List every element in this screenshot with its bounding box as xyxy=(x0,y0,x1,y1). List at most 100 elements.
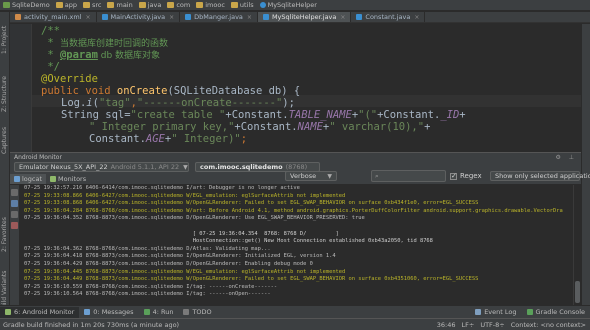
tab-monitors[interactable]: Monitors xyxy=(46,174,90,184)
android-monitor-header: Android Monitor ⚙ ⊥ xyxy=(10,152,581,161)
breadcrumb-item[interactable]: com xyxy=(167,1,190,9)
log-line: 07-25 19:36:04.418 8768-8873/com.imooc.s… xyxy=(24,253,336,260)
restart-icon[interactable] xyxy=(11,222,18,229)
tool-window-icon xyxy=(143,309,150,315)
log-search-input[interactable]: ⌕ xyxy=(371,170,446,182)
device-dropdown[interactable]: Emulator Nexus_5X_API_22 Android 5.1.1, … xyxy=(14,162,189,172)
breadcrumb-item[interactable]: utils xyxy=(230,1,254,9)
breadcrumb-item[interactable]: java xyxy=(138,1,161,9)
folder-icon xyxy=(138,2,146,8)
tool-window-label: 0: Messages xyxy=(93,308,134,316)
close-icon[interactable]: × xyxy=(86,14,91,21)
caret-position[interactable]: 36:46 xyxy=(437,321,456,329)
editor-tab-bar: activity_main.xml × MainActivity.java × DbMa… xyxy=(10,12,590,23)
log-level-dropdown[interactable]: Verbose ▼ xyxy=(285,171,337,181)
line-separator[interactable]: LF÷ xyxy=(462,321,475,329)
context-indicator[interactable]: Context: <no context> xyxy=(511,321,586,329)
code-editor[interactable]: /** * 当数据库创建时回调的函数 * @param db 数据库对象 */ … xyxy=(10,24,581,152)
scrollbar-thumb[interactable] xyxy=(575,281,580,303)
tool-window-label: Event Log xyxy=(484,308,517,316)
breadcrumb-label: main xyxy=(116,1,133,9)
chevron-down-icon: ▼ xyxy=(327,172,332,180)
breadcrumb-item[interactable]: app xyxy=(55,1,77,9)
tool-window-button[interactable]: TODO xyxy=(178,307,216,318)
clear-log-icon[interactable] xyxy=(11,189,18,196)
log-line: 07-25 19:36:04.445 8768-8873/com.imooc.s… xyxy=(24,268,346,275)
structure-tool-button[interactable]: Z: Structure xyxy=(1,76,8,112)
log-scrollbar[interactable] xyxy=(573,185,581,305)
tool-window-label: 6: Android Monitor xyxy=(14,308,75,316)
editor-tab[interactable]: activity_main.xml × xyxy=(10,12,97,22)
tool-window-label: 4: Run xyxy=(152,308,174,316)
code-line-1: /** xyxy=(41,25,60,37)
search-icon: ⌕ xyxy=(375,171,379,180)
logcat-toolbar xyxy=(10,185,20,305)
project-tool-button[interactable]: 1: Project xyxy=(1,26,8,54)
breadcrumb-label: MySqliteHelper xyxy=(267,1,317,9)
build-status-message: Gradle build finished in 1m 20s 730ms (a… xyxy=(3,320,180,329)
java-file-icon xyxy=(262,14,269,20)
breadcrumb-label: app xyxy=(64,1,77,9)
folder-icon xyxy=(196,2,204,8)
tool-window-button[interactable]: Gradle Console xyxy=(522,307,590,318)
folder-icon xyxy=(230,2,238,8)
close-icon[interactable]: × xyxy=(414,14,419,21)
editor-tab-label: activity_main.xml xyxy=(24,13,82,21)
log-line: 07-25 19:36:04.352 8768-8873/com.imooc.s… xyxy=(24,215,365,222)
folder-icon xyxy=(55,2,63,8)
tab-logcat[interactable]: logcat xyxy=(10,173,47,184)
logcat-icon xyxy=(14,175,20,182)
log-line: 07-25 19:36:10.559 8768-8768/com.imooc.s… xyxy=(24,283,278,290)
logcat-output[interactable]: 07-25 19:32:57.216 6406-6414/com.imooc.s… xyxy=(21,185,573,305)
breadcrumb-item[interactable]: SqliteDemo xyxy=(3,1,50,9)
breadcrumb-item[interactable]: main xyxy=(107,1,133,9)
log-line: 07-25 19:33:08.866 6406-6427/com.imooc.s… xyxy=(24,192,346,199)
breadcrumb-item[interactable]: MySqliteHelper xyxy=(259,1,317,9)
editor-tab[interactable]: MainActivity.java × xyxy=(97,12,181,22)
tool-window-buttons-right: Event Log Gradle Console xyxy=(470,307,590,318)
left-tool-stripe: 1: Project Z: Structure Captures Build V… xyxy=(0,12,10,318)
breadcrumb-item[interactable]: imooc xyxy=(196,1,225,9)
file-encoding[interactable]: UTF-8÷ xyxy=(480,321,504,329)
soft-wrap-icon[interactable] xyxy=(11,211,18,218)
window-controls-icon[interactable]: ⚙ ⊥ xyxy=(555,154,577,161)
folder-icon xyxy=(167,2,175,8)
regex-checkbox[interactable] xyxy=(450,172,457,180)
tool-window-icon xyxy=(526,309,533,315)
editor-tab[interactable]: Constant.java × xyxy=(351,12,426,22)
log-line: [ 07-25 19:36:04.354 8768: 8768 D/ ] xyxy=(24,230,339,237)
status-bar: Gradle build finished in 1m 20s 730ms (a… xyxy=(0,318,590,330)
tool-window-buttons: 6: Android Monitor 0: Messages 4: Run TODO xyxy=(0,306,217,318)
tool-window-button[interactable]: 0: Messages xyxy=(79,307,138,318)
close-icon[interactable]: × xyxy=(247,14,252,21)
code-line-9: " Integer primary key,"+Constant.NAME+" … xyxy=(89,121,431,133)
log-line: HostConnection::get() New Host Connectio… xyxy=(24,238,433,245)
close-icon[interactable]: × xyxy=(169,14,174,21)
close-icon[interactable]: × xyxy=(340,14,345,21)
editor-tab[interactable]: MySqliteHelper.java × xyxy=(257,12,352,22)
breadcrumb-label: SqliteDemo xyxy=(12,1,50,9)
favorites-tool-button[interactable]: 2: Favorites xyxy=(1,217,8,252)
captures-tool-button[interactable]: Captures xyxy=(1,127,8,154)
breadcrumb-item[interactable]: src xyxy=(82,1,102,9)
project-icon xyxy=(3,2,10,8)
scroll-end-icon[interactable] xyxy=(11,200,18,207)
tool-window-icon xyxy=(5,309,11,315)
editor-tab[interactable]: DbManger.java × xyxy=(180,12,258,22)
breadcrumb-label: imooc xyxy=(205,1,225,9)
chevron-down-icon: ▼ xyxy=(183,163,188,171)
editor-tab-label: DbManger.java xyxy=(194,13,243,21)
editor-gutter xyxy=(10,24,32,152)
log-line: 07-25 19:36:04.449 8768-8873/com.imooc.s… xyxy=(24,276,479,283)
breadcrumb-label: src xyxy=(91,1,102,9)
tool-window-button[interactable]: 4: Run xyxy=(139,307,179,318)
tool-window-button[interactable]: Event Log xyxy=(470,307,521,318)
app-filter-dropdown[interactable]: Show only selected application xyxy=(490,171,590,181)
regex-toggle[interactable]: Regex xyxy=(450,172,482,180)
code-line-7: Log.i("tag","------onCreate-------"); xyxy=(61,97,295,109)
log-line: 07-25 19:32:57.216 6406-6414/com.imooc.s… xyxy=(24,185,300,191)
tool-window-button[interactable]: 6: Android Monitor xyxy=(0,306,80,318)
code-line-5: @Override xyxy=(41,73,98,85)
log-line: 07-25 19:36:04.284 8768-8768/com.imooc.s… xyxy=(24,207,563,214)
